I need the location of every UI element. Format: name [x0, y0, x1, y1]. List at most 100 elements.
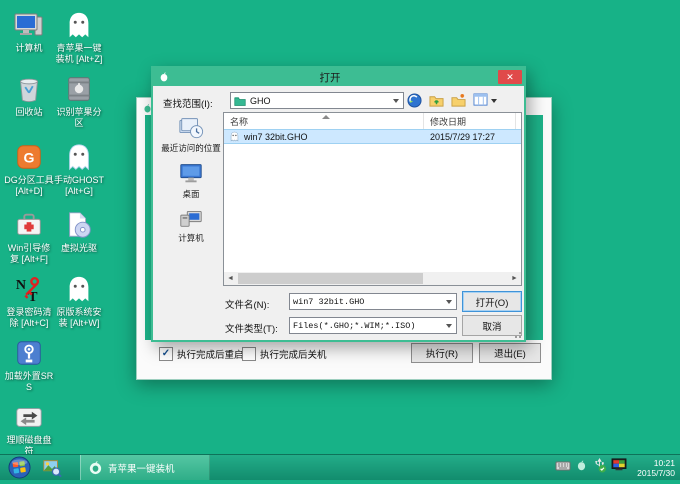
checkbox-restart-after-done[interactable]: ✓ 执行完成后重启: [159, 347, 244, 361]
file-type-combobox[interactable]: Files(*.GHO;*.WIM;*.ISO): [289, 317, 457, 334]
usb-icon[interactable]: [592, 458, 607, 478]
view-menu-dropdown-arrow[interactable]: [491, 99, 497, 103]
desktop-icon-password-clear[interactable]: NT 登录密码清除 [Alt+C]: [4, 272, 54, 329]
desktop-icon-diskgenius[interactable]: G DG分区工具 [Alt+D]: [4, 140, 54, 197]
execute-button[interactable]: 执行(R): [411, 343, 473, 363]
up-one-level-icon[interactable]: [429, 93, 444, 113]
desktop-icon-apple-partition[interactable]: 识别苹果分区: [54, 72, 104, 129]
look-in-combobox[interactable]: GHO: [230, 92, 404, 109]
file-list: 名称 修改日期 类型 win7 32bit.GHO 2015/7/29 17:2…: [223, 112, 522, 286]
sidebar-item-computer[interactable]: 计算机: [159, 204, 223, 244]
diskgenius-icon: G: [12, 140, 46, 174]
recent-places-icon: [178, 132, 204, 142]
image-viewer-icon[interactable]: [42, 458, 62, 483]
go-to-last-folder-icon[interactable]: [407, 93, 422, 113]
display-icon[interactable]: [611, 458, 627, 477]
apple-logo-icon: [88, 460, 103, 475]
look-in-value: GHO: [250, 96, 271, 106]
first-aid-icon: [12, 208, 46, 242]
places-sidebar: 最近访问的位置 桌面 计算机: [159, 112, 223, 286]
file-row-selected[interactable]: win7 32bit.GHO 2015/7/29 17:27: [224, 129, 521, 144]
ghost-file-icon: [229, 131, 240, 142]
desktop-icon-manual-ghost[interactable]: 手动GHOST [Alt+G]: [54, 140, 104, 197]
column-header-date-modified[interactable]: 修改日期: [424, 113, 516, 129]
desktop-icon-label: Win引导修复 [Alt+F]: [4, 243, 54, 265]
system-tray: 10:21 2015/7/30: [555, 455, 680, 480]
checkbox-box-checked[interactable]: ✓: [159, 347, 173, 361]
desktop-icon-label: 回收站: [4, 107, 54, 118]
sidebar-item-recent-places[interactable]: 最近访问的位置: [159, 114, 223, 154]
desktop-icon-fix-drive-letters[interactable]: 理顺磁盘盘符: [4, 400, 54, 457]
desktop-icon-recycle-bin[interactable]: 回收站: [4, 72, 54, 118]
checkbox-box-unchecked[interactable]: [242, 347, 256, 361]
apple-logo-icon: [158, 71, 170, 83]
dialog-titlebar[interactable]: 打开: [153, 68, 524, 86]
ghost-icon: [62, 8, 96, 42]
checkbox-shutdown-after-done[interactable]: 执行完成后关机: [242, 347, 327, 361]
resize-grip[interactable]: [513, 330, 521, 338]
taskbar: 青苹果一键装机 10:21 2015/7/30: [0, 454, 680, 480]
desktop-icon-original-system-install[interactable]: 原版系统安装 [Alt+W]: [54, 272, 104, 329]
desktop-icon-label: 计算机: [4, 43, 54, 54]
desktop-icon-computer[interactable]: 计算机: [4, 8, 54, 54]
svg-text:G: G: [24, 150, 35, 166]
sidebar-item-desktop[interactable]: 桌面: [159, 160, 223, 200]
desktop-icon-label: 虚拟光驱: [54, 243, 104, 254]
sidebar-item-label: 最近访问的位置: [159, 142, 223, 154]
srs-icon: [12, 336, 46, 370]
desktop-icon-load-srs[interactable]: 加载外置SRS: [4, 336, 54, 393]
file-name-combobox[interactable]: win7 32bit.GHO: [289, 293, 457, 310]
disk-letters-icon: [12, 400, 46, 434]
file-name-value: win7 32bit.GHO: [293, 297, 364, 307]
sidebar-item-label: 计算机: [159, 232, 223, 244]
taskbar-app-button[interactable]: 青苹果一键装机: [80, 455, 210, 480]
dialog-title: 打开: [170, 70, 490, 85]
open-button[interactable]: 打开(O): [462, 291, 522, 312]
recycle-bin-icon: [12, 72, 46, 106]
desktop-icon-label: 加载外置SRS: [4, 371, 54, 393]
tray-clock[interactable]: 10:21 2015/7/30: [637, 458, 675, 478]
keyboard-icon[interactable]: [555, 459, 571, 477]
virtual-cd-icon: [62, 208, 96, 242]
column-header-type[interactable]: 类型: [516, 113, 522, 129]
taskbar-app-label: 青苹果一键装机: [108, 461, 175, 475]
look-in-label: 查找范围(I):: [163, 96, 213, 110]
desktop-icon-label: 青苹果一键装机 [Alt+Z]: [54, 43, 104, 65]
ghost-icon: [62, 140, 96, 174]
scroll-right-icon[interactable]: ►: [508, 272, 521, 285]
scroll-left-icon[interactable]: ◄: [224, 272, 237, 285]
desktop-icon-boot-repair[interactable]: Win引导修复 [Alt+F]: [4, 208, 54, 265]
file-type-label: 文件类型(T):: [225, 321, 278, 335]
apple-disk-icon: [62, 72, 96, 106]
desktop-icon-label: 手动GHOST [Alt+G]: [54, 175, 104, 197]
tray-date: 2015/7/30: [637, 468, 675, 478]
computer-icon: [12, 8, 46, 42]
gho-folder-icon: [234, 95, 246, 107]
file-type-value: Files(*.GHO;*.WIM;*.ISO): [293, 321, 415, 331]
view-menu-icon[interactable]: [473, 93, 488, 112]
apple-tray-icon[interactable]: [575, 459, 588, 477]
close-icon[interactable]: ✕: [498, 70, 522, 84]
computer-icon: [178, 222, 204, 232]
chevron-down-icon: [446, 324, 452, 328]
desktop-icon-label: 原版系统安装 [Alt+W]: [54, 307, 104, 329]
horizontal-scrollbar[interactable]: ◄ ►: [224, 272, 521, 285]
tray-time: 10:21: [637, 458, 675, 468]
ghost-icon: [62, 272, 96, 306]
file-name-cell: win7 32bit.GHO: [244, 132, 308, 142]
file-name-label: 文件名(N):: [225, 297, 269, 311]
sort-ascending-icon: [322, 115, 330, 119]
checkbox-label: 执行完成后重启: [177, 347, 244, 361]
desktop-icon-label: DG分区工具 [Alt+D]: [4, 175, 54, 197]
file-date-cell: 2015/7/29 17:27: [430, 132, 495, 142]
exit-button[interactable]: 退出(E): [479, 343, 541, 363]
desktop-icon-label: 登录密码清除 [Alt+C]: [4, 307, 54, 329]
desktop-icon-green-apple-installer[interactable]: 青苹果一键装机 [Alt+Z]: [54, 8, 104, 65]
desktop-icon-virtual-cd[interactable]: 虚拟光驱: [54, 208, 104, 254]
desktop-place-icon: [178, 178, 204, 188]
chevron-down-icon: [446, 300, 452, 304]
scrollbar-thumb[interactable]: [238, 273, 423, 284]
new-folder-icon[interactable]: [451, 93, 466, 113]
desktop-icon-label: 识别苹果分区: [54, 107, 104, 129]
open-file-dialog: 打开 ✕ 查找范围(I): GHO 最近访问的位置 桌面 计算机 名称 修改日期…: [151, 66, 526, 342]
